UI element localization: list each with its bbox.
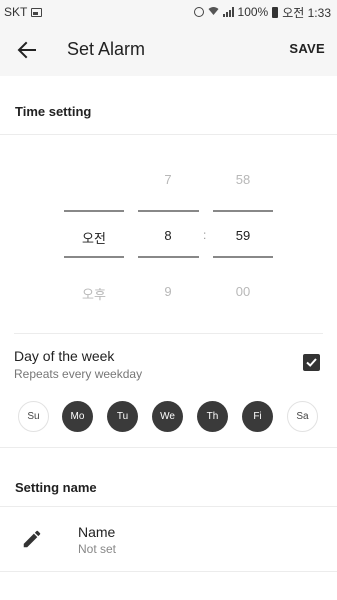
setting-name-header: Setting name bbox=[15, 480, 97, 495]
app-bar: Set Alarm SAVE bbox=[0, 24, 337, 76]
picker-line bbox=[138, 256, 199, 258]
picker-line bbox=[213, 256, 273, 258]
day-toggle-th[interactable]: Th bbox=[197, 401, 228, 432]
day-toggle-fi[interactable]: Fi bbox=[242, 401, 273, 432]
day-toggle-tu[interactable]: Tu bbox=[107, 401, 138, 432]
ampm-selected[interactable]: 오전 bbox=[64, 228, 124, 247]
day-toggle-we[interactable]: We bbox=[152, 401, 183, 432]
wifi-icon bbox=[208, 6, 219, 19]
minute-above[interactable]: 58 bbox=[213, 172, 273, 187]
name-value: Not set bbox=[78, 542, 117, 556]
picker-line bbox=[213, 210, 273, 212]
minute-below[interactable]: 00 bbox=[213, 284, 273, 299]
name-setting-row[interactable]: Name Not set bbox=[0, 507, 337, 571]
day-toggle-su[interactable]: Su bbox=[18, 401, 49, 432]
alarm-icon bbox=[193, 7, 204, 17]
picker-line bbox=[64, 210, 124, 212]
day-of-week-title: Day of the week bbox=[14, 348, 115, 364]
hour-selected[interactable]: 8 bbox=[138, 228, 198, 243]
picker-line bbox=[138, 210, 199, 212]
repeat-checkbox[interactable] bbox=[303, 354, 320, 371]
battery-percent: 100% bbox=[237, 5, 269, 19]
day-of-week-subtitle: Repeats every weekday bbox=[14, 367, 143, 381]
divider bbox=[0, 447, 337, 448]
status-time: 오전 1:33 bbox=[282, 5, 331, 20]
page-title: Set Alarm bbox=[67, 39, 146, 59]
image-icon bbox=[31, 7, 43, 17]
battery-icon bbox=[272, 6, 279, 18]
day-toggle-sa[interactable]: Sa bbox=[287, 401, 318, 432]
day-toggle-mo[interactable]: Mo bbox=[62, 401, 93, 432]
hour-above[interactable]: 7 bbox=[138, 172, 198, 187]
hour-below[interactable]: 9 bbox=[138, 284, 198, 299]
save-button[interactable]: SAVE bbox=[289, 41, 325, 56]
time-separator: : bbox=[203, 228, 207, 242]
status-bar: SKT 100% 오전 1:33 bbox=[0, 0, 337, 24]
picker-line bbox=[64, 256, 124, 258]
minute-selected[interactable]: 59 bbox=[213, 228, 273, 243]
divider bbox=[14, 333, 323, 334]
back-button[interactable] bbox=[14, 37, 40, 63]
name-label: Name bbox=[78, 524, 116, 540]
time-setting-header: Time setting bbox=[15, 104, 92, 119]
arrow-back-icon bbox=[17, 41, 36, 59]
signal-icon bbox=[222, 7, 234, 17]
divider bbox=[0, 571, 337, 572]
ampm-below[interactable]: 오후 bbox=[64, 284, 124, 303]
carrier-label: SKT bbox=[4, 5, 28, 19]
pencil-icon bbox=[23, 530, 41, 548]
check-icon bbox=[306, 358, 317, 367]
divider bbox=[0, 134, 337, 135]
